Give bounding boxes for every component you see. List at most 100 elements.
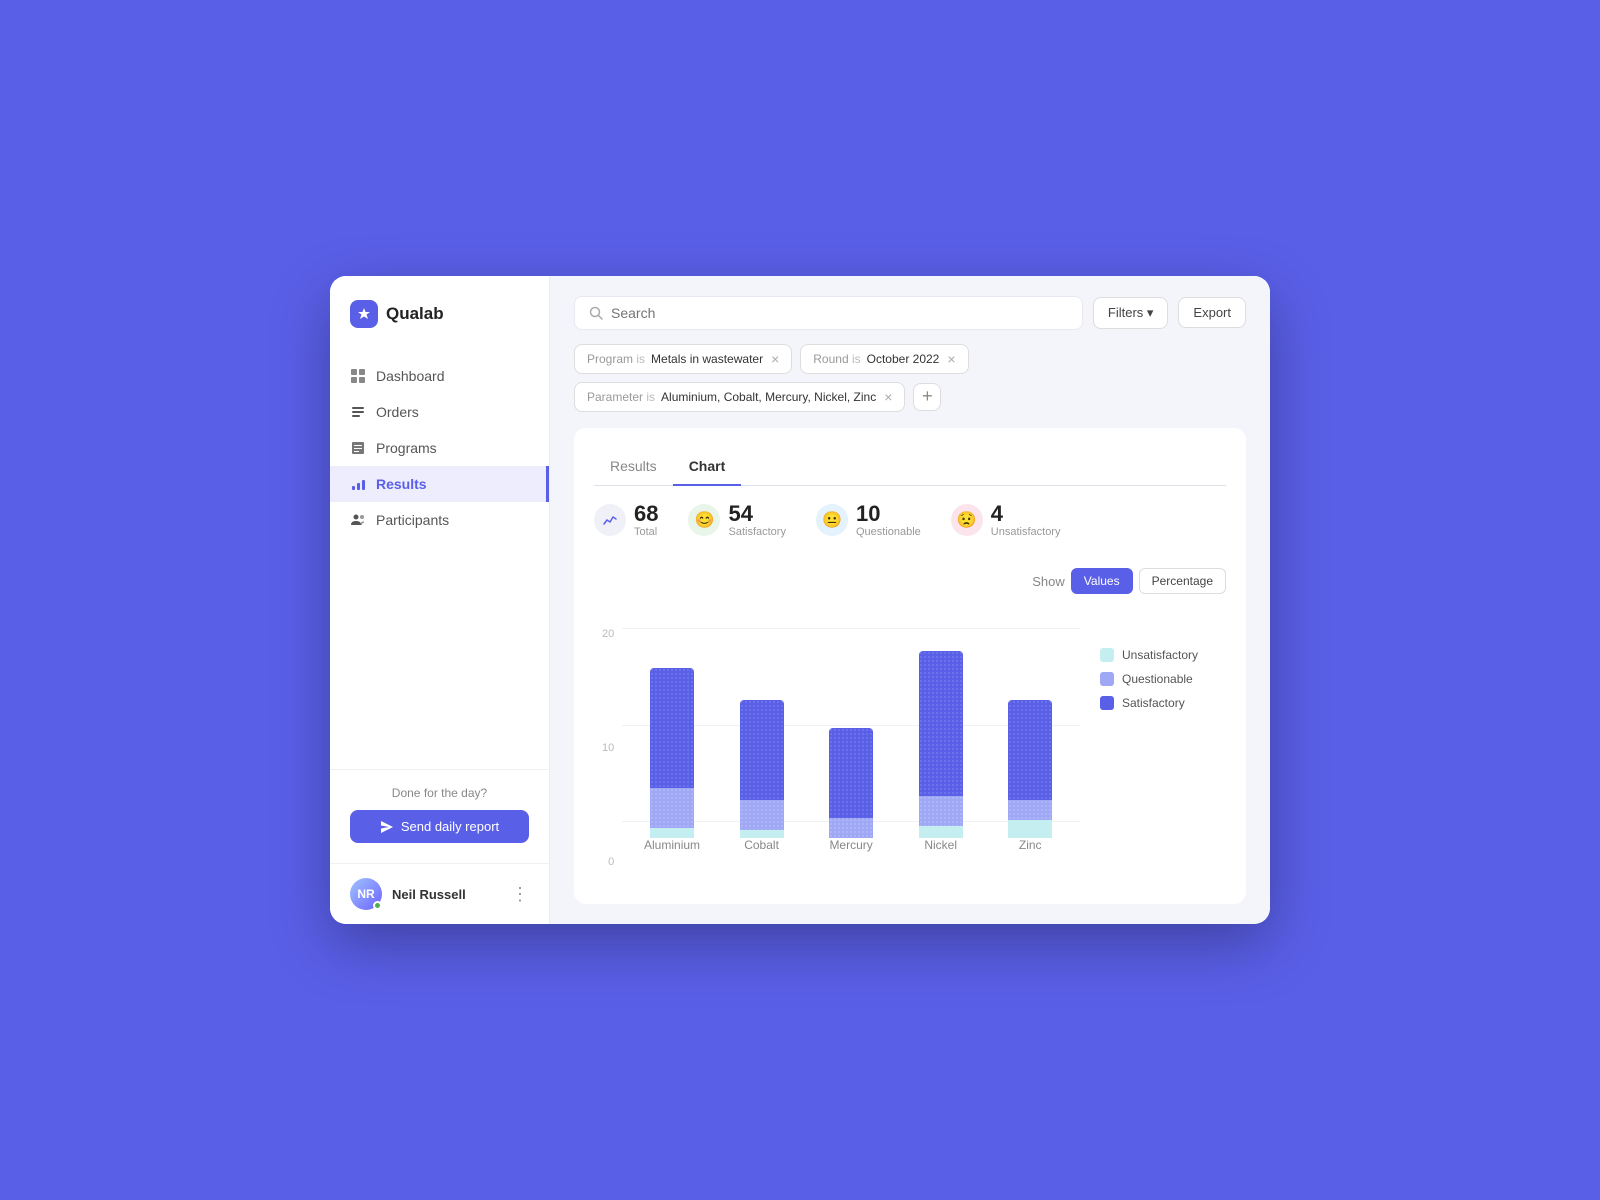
sidebar-item-programs[interactable]: Programs [330, 430, 549, 466]
y-label-20: 20 [602, 628, 614, 640]
avatar-online-dot [373, 901, 382, 910]
legend-dot-questionable [1100, 672, 1114, 686]
search-icon [589, 306, 603, 320]
participants-icon [350, 512, 366, 528]
tab-chart[interactable]: Chart [673, 448, 742, 486]
search-input[interactable] [611, 305, 1068, 321]
stat-total: 68 Total [594, 502, 658, 538]
done-label: Done for the day? [350, 786, 529, 800]
bar-segment-questionable [829, 818, 873, 838]
sidebar-item-orders[interactable]: Orders [330, 394, 549, 430]
bar-stack [829, 728, 873, 838]
avatar-initials: NR [357, 887, 374, 901]
bar-segment-satisfactory [919, 651, 963, 796]
stats-row: 68 Total 😊 54 Satisfactory 😐 [594, 502, 1226, 594]
sidebar-item-label: Results [376, 476, 427, 492]
sidebar-item-label: Participants [376, 512, 449, 528]
stat-total-value: 68 [634, 502, 658, 526]
dashboard-icon [350, 368, 366, 384]
bar-segment-questionable [650, 788, 694, 828]
bar-segment-satisfactory [829, 728, 873, 818]
sidebar-bottom: Done for the day? Send daily report [330, 769, 549, 859]
x-label-nickel: Nickel [911, 838, 971, 852]
legend-label-satisfactory: Satisfactory [1122, 696, 1185, 710]
legend-unsatisfactory: Unsatisfactory [1100, 648, 1200, 662]
app-logo: Qualab [330, 276, 549, 348]
bar-segment-questionable [740, 800, 784, 830]
stat-unsatisfactory-label: Unsatisfactory [991, 526, 1061, 538]
x-label-mercury: Mercury [821, 838, 881, 852]
add-filter-button[interactable]: + [913, 383, 941, 411]
show-toggle: Show Values Percentage [1032, 568, 1226, 594]
chart-area: 20 10 0 [594, 612, 1226, 884]
send-btn-label: Send daily report [401, 819, 499, 834]
export-button[interactable]: Export [1178, 297, 1246, 328]
y-label-10: 10 [602, 742, 614, 754]
sidebar: Qualab Dashboard [330, 276, 550, 924]
results-card: Results Chart 68 Total [574, 428, 1246, 904]
results-icon [350, 476, 366, 492]
percentage-toggle-button[interactable]: Percentage [1139, 568, 1226, 594]
tab-results[interactable]: Results [594, 448, 673, 486]
filter-chips: Program is Metals in wastewater × Round … [574, 344, 1246, 412]
bar-segment-unsatisfactory [919, 826, 963, 838]
stat-satisfactory-label: Satisfactory [728, 526, 785, 538]
user-name: Neil Russell [392, 887, 501, 902]
bar-segment-satisfactory [1008, 700, 1052, 800]
search-wrap [574, 296, 1083, 330]
orders-icon [350, 404, 366, 420]
send-daily-report-button[interactable]: Send daily report [350, 810, 529, 843]
bar-stack [1008, 700, 1052, 838]
stat-questionable-value: 10 [856, 502, 921, 526]
app-window: Qualab Dashboard [330, 276, 1270, 924]
send-icon [380, 820, 394, 834]
chart-legend: Unsatisfactory Questionable Satisfactory [1080, 628, 1210, 868]
filter-chip-program: Program is Metals in wastewater × [574, 344, 792, 374]
sidebar-item-label: Orders [376, 404, 419, 420]
user-row: NR Neil Russell ⋮ [330, 863, 549, 924]
stat-satisfactory: 😊 54 Satisfactory [688, 502, 785, 538]
bar-group-mercury [821, 728, 881, 838]
sidebar-item-results[interactable]: Results [330, 466, 549, 502]
app-name: Qualab [386, 304, 444, 324]
top-row: Filters ▾ Export [574, 296, 1246, 330]
bar-segment-unsatisfactory [650, 828, 694, 838]
stat-unsatisfactory-value: 4 [991, 502, 1061, 526]
logo-icon [350, 300, 378, 328]
stat-satisfactory-icon: 😊 [688, 504, 720, 536]
legend-dot-unsatisfactory [1100, 648, 1114, 662]
x-label-aluminium: Aluminium [642, 838, 702, 852]
stat-unsatisfactory: 😟 4 Unsatisfactory [951, 502, 1061, 538]
bar-group-cobalt [732, 700, 792, 838]
legend-dot-satisfactory [1100, 696, 1114, 710]
values-toggle-button[interactable]: Values [1071, 568, 1133, 594]
bars-row [622, 628, 1080, 838]
remove-chip-parameter[interactable]: × [884, 389, 892, 405]
stat-questionable-label: Questionable [856, 526, 921, 538]
programs-icon [350, 440, 366, 456]
chart-container: 20 10 0 [602, 628, 1210, 868]
bar-stack [740, 700, 784, 838]
remove-chip-round[interactable]: × [947, 351, 955, 367]
sidebar-nav: Dashboard Orders Program [330, 348, 549, 769]
filters-button[interactable]: Filters ▾ [1093, 297, 1169, 329]
legend-questionable: Questionable [1100, 672, 1200, 686]
bar-stack [650, 668, 694, 838]
sidebar-item-dashboard[interactable]: Dashboard [330, 358, 549, 394]
sidebar-item-label: Programs [376, 440, 437, 456]
legend-label-unsatisfactory: Unsatisfactory [1122, 648, 1198, 662]
avatar: NR [350, 878, 382, 910]
chart-y-axis: 20 10 0 [602, 628, 622, 868]
chart-main: Aluminium Cobalt Mercury Nickel Zinc [622, 628, 1080, 868]
bar-segment-unsatisfactory [1008, 820, 1052, 838]
user-menu-button[interactable]: ⋮ [511, 884, 529, 905]
sidebar-item-participants[interactable]: Participants [330, 502, 549, 538]
x-labels: Aluminium Cobalt Mercury Nickel Zinc [622, 838, 1080, 852]
y-label-0: 0 [608, 856, 614, 868]
stat-total-icon [594, 504, 626, 536]
x-label-zinc: Zinc [1000, 838, 1060, 852]
remove-chip-program[interactable]: × [771, 351, 779, 367]
bar-segment-unsatisfactory [740, 830, 784, 838]
x-label-cobalt: Cobalt [732, 838, 792, 852]
bar-segment-satisfactory [740, 700, 784, 800]
